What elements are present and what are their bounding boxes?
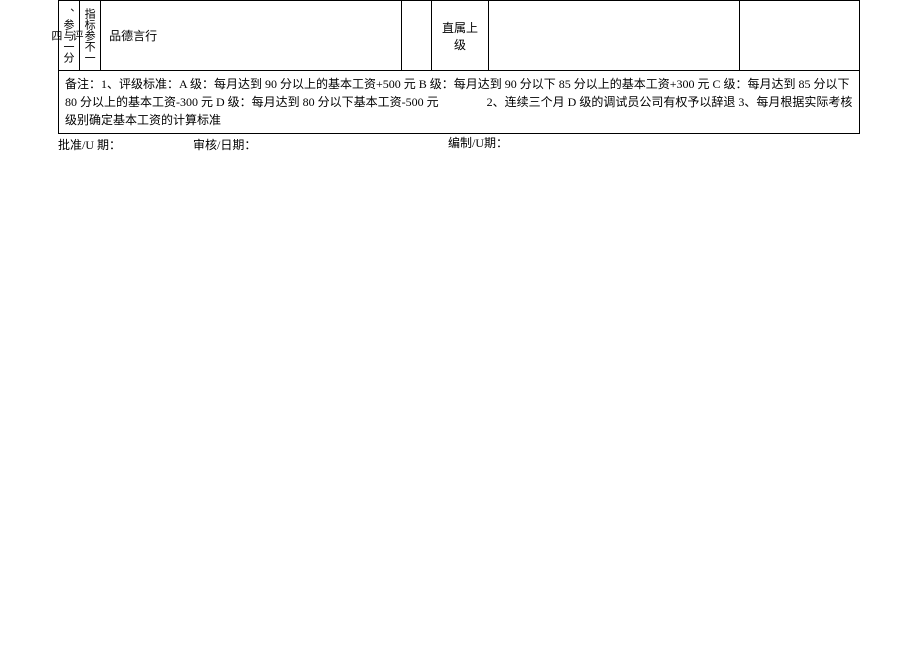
cell-evaluator: 直属上级 xyxy=(432,1,488,71)
document-container: 、参与一分四 指标参不一评 品德言行 直属上级 备注：1、评级标准：A 级：每月… xyxy=(58,0,860,153)
remarks-cell: 备注：1、评级标准：A 级：每月达到 90 分以上的基本工资+500 元 B 级… xyxy=(59,71,860,134)
cell-blank-2 xyxy=(488,1,739,71)
vertical-label-2: 指标参不一评 xyxy=(84,3,96,68)
table-row: 、参与一分四 指标参不一评 品德言行 直属上级 xyxy=(59,1,860,71)
evaluation-table: 、参与一分四 指标参不一评 品德言行 直属上级 备注：1、评级标准：A 级：每月… xyxy=(58,0,860,134)
cell-category-2: 指标参不一评 xyxy=(80,1,101,71)
cell-item: 品德言行 xyxy=(101,1,402,71)
cell-blank-3 xyxy=(739,1,859,71)
cell-blank-1 xyxy=(402,1,432,71)
review-label: 审核/日期： xyxy=(193,136,448,153)
approve-label: 批准/U 期： xyxy=(58,136,193,153)
table-row-remarks: 备注：1、评级标准：A 级：每月达到 90 分以上的基本工资+500 元 B 级… xyxy=(59,71,860,134)
compile-label: 编制/U期： xyxy=(448,136,508,153)
footer-signatures: 批准/U 期： 审核/日期： 编制/U期： xyxy=(58,136,860,153)
